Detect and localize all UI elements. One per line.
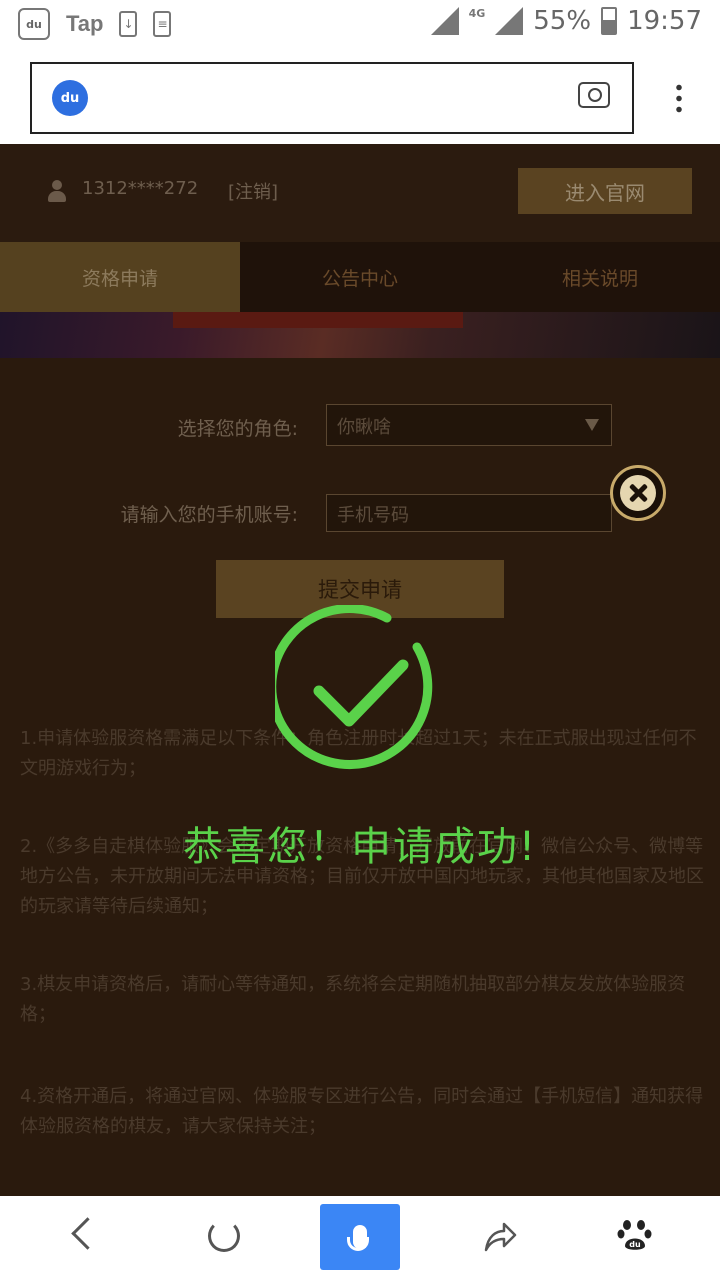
more-menu-icon[interactable]: [676, 82, 682, 114]
browser-toolbar: du: [0, 50, 720, 144]
refresh-icon[interactable]: [208, 1220, 240, 1252]
role-select[interactable]: 你瞅啥: [326, 404, 612, 446]
rule-item: 3.棋友申请资格后，请耐心等待通知，系统将会定期随机抽取部分棋友发放体验服资格；: [20, 974, 686, 1025]
phone-label: 请输入您的手机账号:: [120, 504, 298, 526]
camera-icon[interactable]: [578, 82, 610, 108]
role-value: 你瞅啥: [337, 417, 391, 438]
tab-announcements[interactable]: 公告中心: [240, 242, 480, 312]
battery-percent: 55%: [533, 6, 592, 36]
success-check-icon: [275, 605, 433, 769]
baidu-paw-icon[interactable]: du: [52, 80, 88, 116]
clock: 19:57: [627, 6, 702, 36]
document-icon: ≡: [153, 11, 172, 37]
microphone-icon: [347, 1225, 369, 1251]
address-bar[interactable]: du: [30, 62, 634, 134]
rule-item: 4.资格开通后，将通过官网、体验服专区进行公告，同时会通过【手机短信】通知获得体…: [20, 1086, 704, 1137]
paw-logo-text: du: [629, 1240, 641, 1249]
phone-placeholder: 手机号码: [337, 505, 409, 526]
network-type: 4G: [468, 6, 486, 20]
user-icon: [48, 180, 66, 202]
chevron-down-icon: [585, 419, 599, 431]
role-label: 选择您的角色:: [177, 418, 298, 440]
status-bar: du Tap ↓ ≡ 4G 55% 19:57: [0, 0, 720, 50]
official-site-button[interactable]: 进入官网: [518, 168, 692, 214]
download-icon: ↓: [119, 11, 138, 37]
logout-link[interactable]: [注销]: [228, 178, 278, 204]
tab-instructions[interactable]: 相关说明: [480, 242, 720, 312]
signal-icon: [430, 7, 459, 35]
banner-image: [0, 312, 720, 358]
baidu-paw-icon[interactable]: du: [617, 1216, 653, 1252]
bottom-navigation: du: [0, 1196, 720, 1280]
close-icon: [620, 475, 656, 511]
share-icon[interactable]: [482, 1216, 518, 1256]
network-icon: [495, 7, 524, 35]
voice-search-button[interactable]: [320, 1204, 400, 1270]
baidu-app-icon: du: [18, 8, 50, 40]
success-message: 恭喜您！申请成功!: [182, 824, 538, 870]
page-header: 1312****272 [注销] 进入官网: [0, 144, 720, 242]
tab-bar: 资格申请 公告中心 相关说明: [0, 242, 720, 312]
phone-input[interactable]: 手机号码: [326, 494, 612, 532]
app-name: Tap: [66, 11, 104, 36]
banner-strip: [173, 312, 463, 328]
user-id: 1312****272: [82, 178, 199, 199]
close-button[interactable]: [610, 465, 666, 521]
battery-icon: [601, 7, 618, 35]
back-icon[interactable]: [71, 1217, 104, 1250]
tab-qualification-apply[interactable]: 资格申请: [0, 242, 240, 312]
